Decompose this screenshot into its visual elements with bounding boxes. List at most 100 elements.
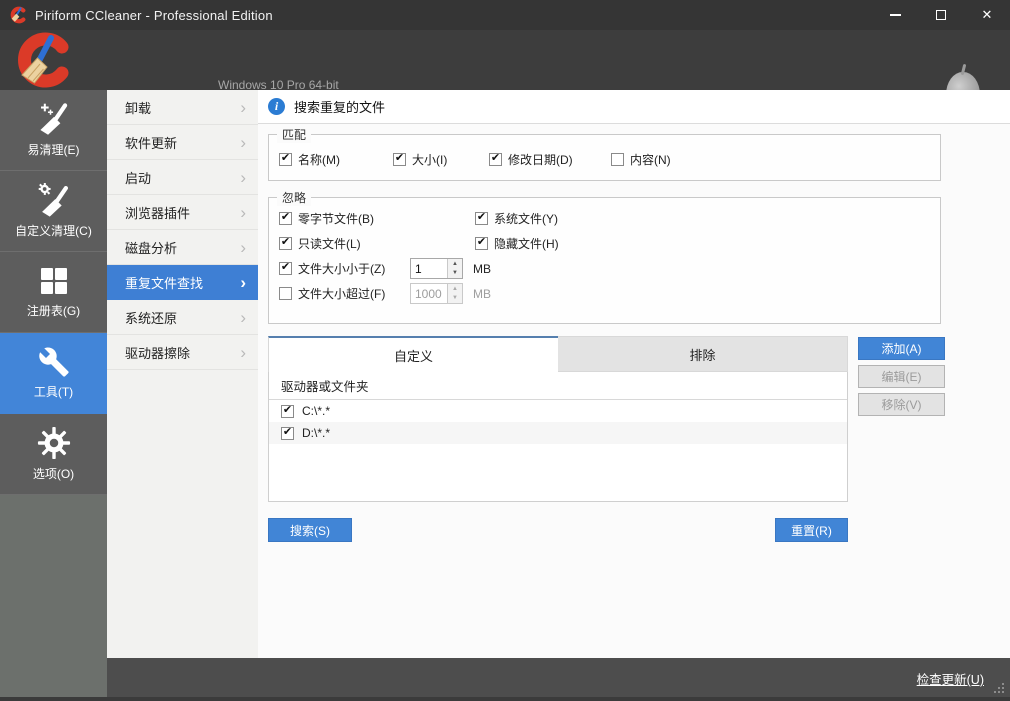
remove-button[interactable]: 移除(V) — [858, 393, 945, 416]
spinner-buttons: ▲ ▼ — [447, 284, 462, 303]
checkbox-icon: ✔ — [279, 152, 292, 166]
checkbox-label: 零字节文件(B) — [298, 212, 374, 226]
tab-label: 自定义 — [393, 348, 433, 364]
minimize-button[interactable] — [872, 0, 918, 30]
submenu-item-uninstall[interactable]: 卸载 › — [107, 90, 258, 125]
drive-path: D:\*.* — [302, 426, 331, 440]
tools-wrench-icon — [38, 347, 69, 377]
checkbox-label: 隐藏文件(H) — [494, 237, 559, 251]
ignore-size-over-row: ✔ 文件大小超过(F) ▲ ▼ MB — [269, 281, 940, 306]
size-under-input[interactable] — [411, 259, 447, 278]
drive-row-d[interactable]: ✔ D:\*.* — [269, 422, 847, 444]
submenu-item-drive-wiper[interactable]: 驱动器擦除 › — [107, 335, 258, 370]
checkbox-size-over[interactable]: ✔ — [279, 287, 292, 300]
app-header: v5.58.7209 (64-bit) Windows 10 Pro 64-bi… — [0, 30, 1010, 112]
checkbox-hidden-files[interactable]: ✔ 隐藏文件(H) — [475, 235, 559, 252]
checkbox-label: 修改日期(D) — [508, 153, 573, 167]
submenu-item-label: 重复文件查找 — [125, 275, 204, 291]
tab-custom[interactable]: 自定义 — [268, 336, 558, 372]
size-under-spinner: ▲ ▼ — [410, 258, 463, 279]
size-over-unit: MB — [473, 286, 491, 301]
chevron-right-icon: › — [240, 167, 246, 187]
sidebar-item-easy-clean[interactable]: 易清理(E) — [0, 90, 107, 171]
submenu-item-disk-analyzer[interactable]: 磁盘分析 › — [107, 230, 258, 265]
minimize-icon — [889, 14, 901, 16]
checkbox-match-modified-date[interactable]: ✔ 修改日期(D) — [489, 151, 611, 168]
submenu-item-label: 软件更新 — [125, 135, 178, 151]
spin-up-button[interactable]: ▲ — [448, 259, 462, 269]
checkbox-drive-c[interactable]: ✔ — [281, 404, 294, 418]
match-legend: 匹配 — [277, 126, 312, 143]
sidebar: 易清理(E) 自定义清理(C) 注册表(G) 工具(T) 选项(O) — [0, 90, 107, 701]
include-exclude-tabs: 自定义 排除 — [268, 336, 848, 372]
maximize-button[interactable] — [918, 0, 964, 30]
checkbox-size-under[interactable]: ✔ — [279, 262, 292, 275]
ccleaner-window: Piriform CCleaner - Professional Edition… — [0, 0, 1010, 701]
sidebar-item-registry[interactable]: 注册表(G) — [0, 252, 107, 333]
checkbox-match-size[interactable]: ✔ 大小(I) — [393, 151, 489, 168]
window-title: Piriform CCleaner - Professional Edition — [35, 7, 273, 23]
ignore-groupbox: 忽略 ✔ 零字节文件(B) ✔ 系统文件(Y) ✔ 只读文件(L) ✔ 隐藏文件… — [268, 189, 941, 324]
drives-panel: 驱动器或文件夹 ✔ C:\*.* ✔ D:\*.* — [268, 372, 848, 502]
submenu-item-system-restore[interactable]: 系统还原 › — [107, 300, 258, 335]
spin-down-button[interactable]: ▼ — [448, 268, 462, 278]
page-title: 搜索重复的文件 — [294, 100, 386, 115]
match-options: ✔ 名称(M) ✔ 大小(I) ✔ 修改日期(D) ✔ 内容(N) — [269, 135, 940, 168]
sidebar-item-options[interactable]: 选项(O) — [0, 414, 107, 495]
check-updates-link[interactable]: 检查更新(U) — [917, 669, 984, 688]
submenu-item-label: 卸载 — [125, 100, 152, 116]
drive-row-c[interactable]: ✔ C:\*.* — [269, 400, 847, 422]
checkbox-label: 大小(I) — [412, 153, 448, 167]
checkbox-icon: ✔ — [611, 153, 624, 166]
match-groupbox: 匹配 ✔ 名称(M) ✔ 大小(I) ✔ 修改日期(D) ✔ 内容(N) — [268, 126, 941, 181]
drives-column-header: 驱动器或文件夹 — [269, 372, 847, 400]
resize-grip[interactable] — [992, 681, 1005, 694]
ignore-row: ✔ 零字节文件(B) ✔ 系统文件(Y) — [269, 206, 940, 231]
search-button[interactable]: 搜索(S) — [268, 518, 352, 542]
reset-button[interactable]: 重置(R) — [775, 518, 848, 542]
edit-button[interactable]: 编辑(E) — [858, 365, 945, 388]
ignore-legend: 忽略 — [277, 189, 312, 206]
chevron-right-icon: › — [240, 132, 246, 152]
ccleaner-logo — [18, 32, 69, 88]
checkbox-zero-byte-files[interactable]: ✔ 零字节文件(B) — [279, 210, 475, 227]
submenu-item-label: 磁盘分析 — [125, 240, 178, 256]
chevron-right-icon: › — [240, 272, 246, 292]
checkbox-icon: ✔ — [279, 211, 292, 225]
checkbox-system-files[interactable]: ✔ 系统文件(Y) — [475, 210, 558, 227]
ignore-row: ✔ 只读文件(L) ✔ 隐藏文件(H) — [269, 231, 940, 256]
checkbox-match-content[interactable]: ✔ 内容(N) — [611, 151, 671, 168]
submenu-item-browser-plugins[interactable]: 浏览器插件 › — [107, 195, 258, 230]
tab-exclude[interactable]: 排除 — [558, 336, 848, 372]
checkbox-label: 只读文件(L) — [298, 237, 361, 251]
size-under-unit: MB — [473, 261, 491, 276]
submenu-item-startup[interactable]: 启动 › — [107, 160, 258, 195]
window-bottom-edge — [0, 697, 1010, 701]
chevron-right-icon: › — [240, 307, 246, 327]
checkbox-icon: ✔ — [279, 236, 292, 250]
sidebar-item-tools[interactable]: 工具(T) — [0, 333, 107, 414]
sidebar-item-label: 注册表(G) — [26, 304, 81, 318]
spin-up-button[interactable]: ▲ — [448, 284, 462, 294]
titlebar: Piriform CCleaner - Professional Edition… — [0, 0, 1010, 30]
size-over-label: 文件大小超过(F) — [298, 287, 386, 301]
size-over-spinner: ▲ ▼ — [410, 283, 463, 304]
close-button[interactable]: ✕ — [964, 0, 1010, 30]
checkbox-match-name[interactable]: ✔ 名称(M) — [279, 151, 393, 168]
drive-path: C:\*.* — [302, 404, 331, 418]
add-button[interactable]: 添加(A) — [858, 337, 945, 360]
spin-down-button[interactable]: ▼ — [448, 293, 462, 303]
maximize-icon — [936, 10, 946, 20]
checkbox-icon: ✔ — [475, 236, 488, 250]
submenu-item-duplicate-finder[interactable]: 重复文件查找 › — [107, 265, 258, 300]
easy-clean-broom-icon — [39, 103, 67, 135]
size-over-input[interactable] — [411, 284, 447, 303]
close-icon: ✕ — [981, 7, 993, 22]
size-under-label: 文件大小小于(Z) — [298, 262, 386, 276]
submenu-item-label: 驱动器擦除 — [125, 345, 191, 361]
checkbox-readonly-files[interactable]: ✔ 只读文件(L) — [279, 235, 475, 252]
info-icon: i — [268, 98, 285, 115]
submenu-item-software-updater[interactable]: 软件更新 › — [107, 125, 258, 160]
checkbox-drive-d[interactable]: ✔ — [281, 426, 294, 440]
sidebar-item-custom-clean[interactable]: 自定义清理(C) — [0, 171, 107, 252]
